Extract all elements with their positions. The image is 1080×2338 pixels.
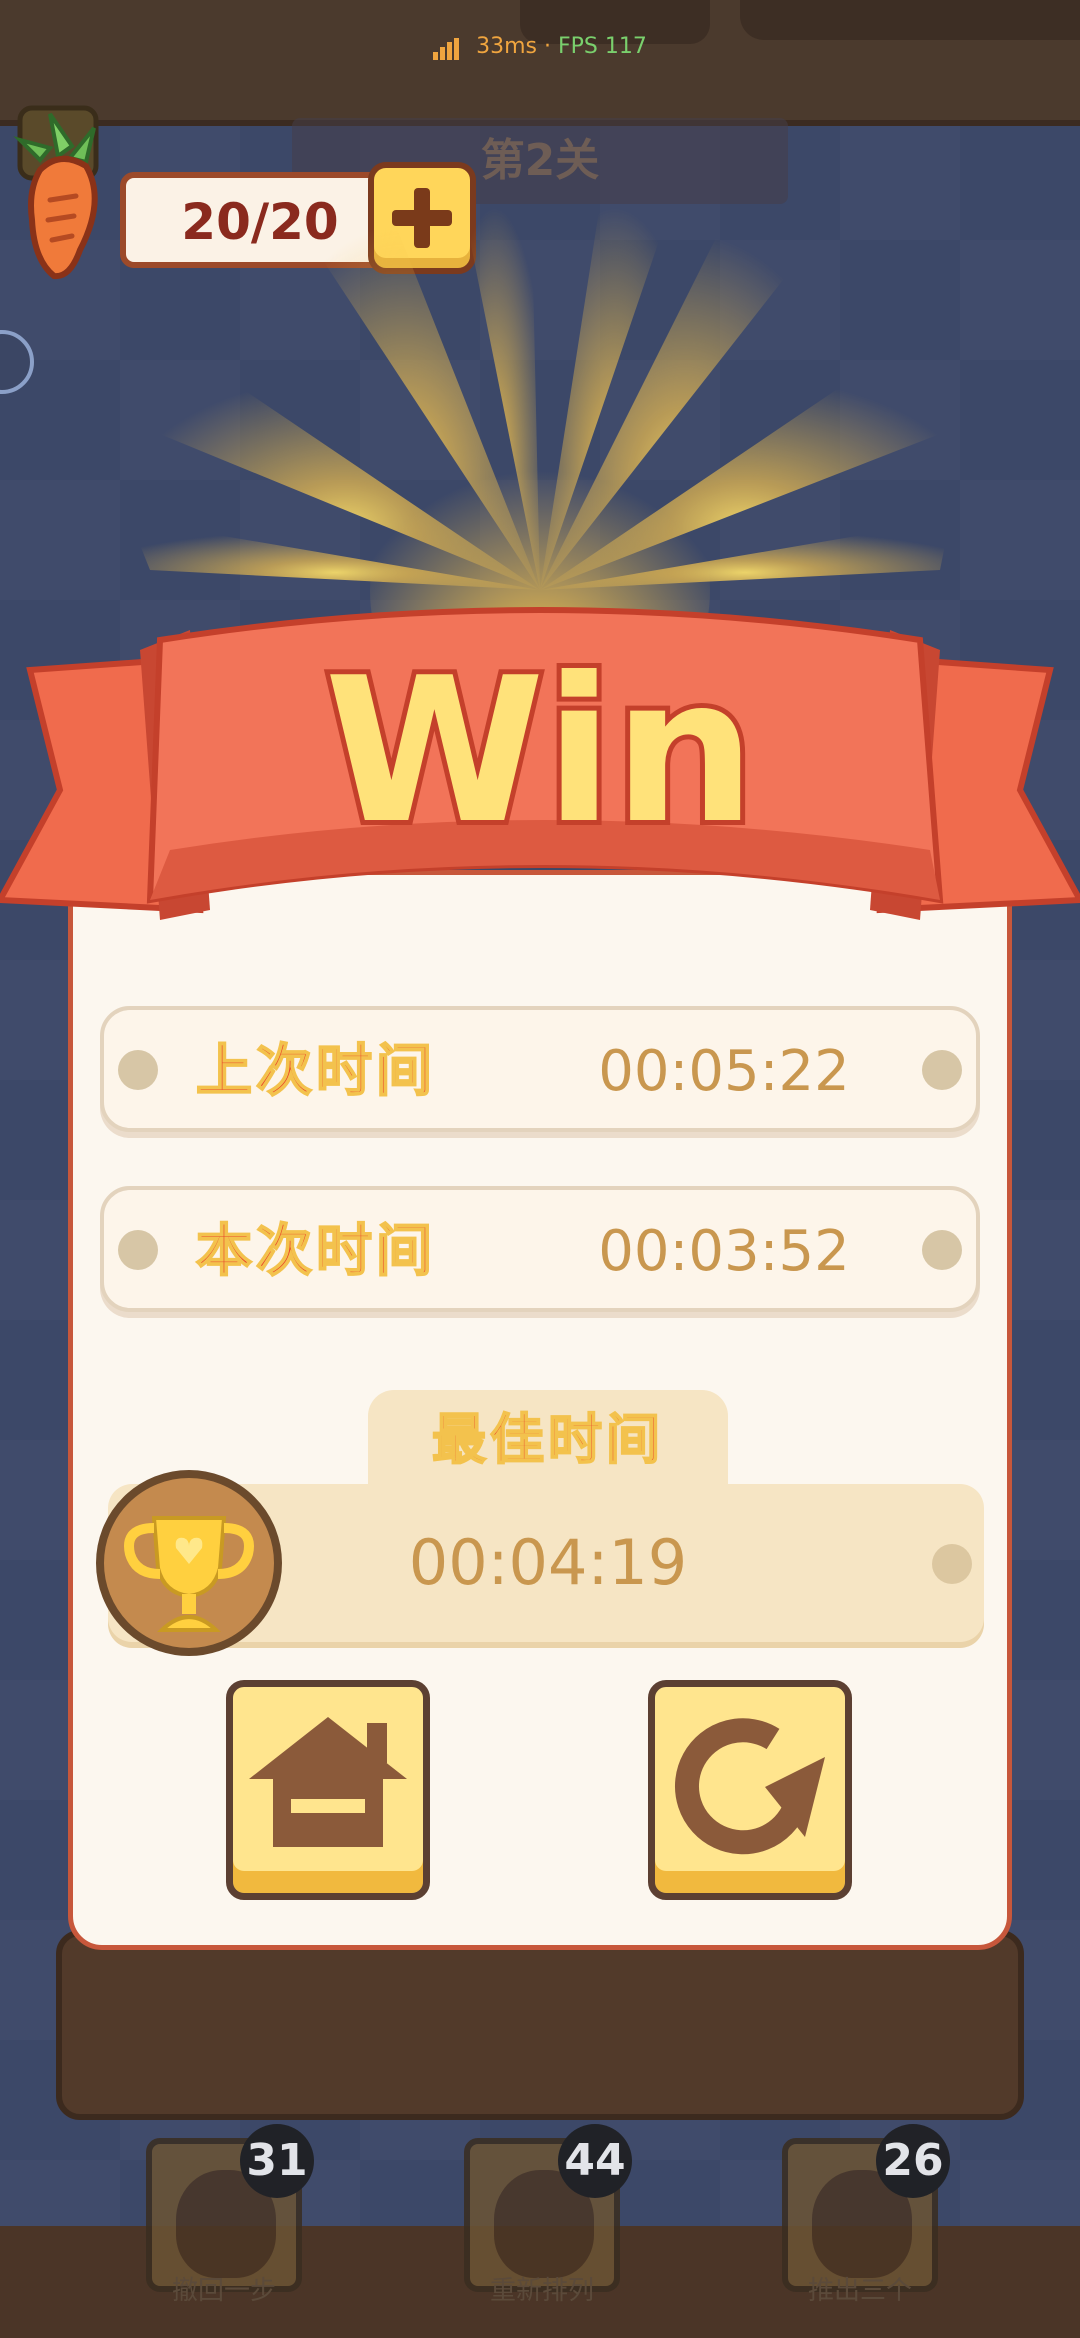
restart-icon [674,1718,825,1855]
last-time-value: 00:05:22 [598,1039,850,1104]
home-button[interactable] [226,1680,430,1900]
trophy-icon [124,1516,254,1632]
ping-text: 33ms [476,34,537,59]
hint-tool-button[interactable]: 26 [782,2124,950,2292]
undo-tool-label: 撤回一步 [171,2276,276,2306]
home-icon [249,1717,407,1847]
current-time-row: 本次时间 00:03:52 [100,1186,980,1312]
best-time-value: 00:04:19 [408,1526,688,1599]
shuffle-count-badge: 44 [558,2124,632,2198]
fps-text: FPS 117 [558,34,647,59]
current-time-value: 00:03:52 [598,1219,850,1284]
shuffle-tool-label: 重新排列 [489,2276,594,2306]
separator: · [544,34,551,59]
hint-tool-label: 推出三个 [807,2276,912,2306]
restart-button[interactable] [648,1680,852,1900]
undo-tool-button[interactable]: 31 [146,2124,314,2292]
win-text: Win [324,635,756,868]
last-time-label: 上次时间 [195,1038,436,1105]
trophy-badge [96,1470,282,1656]
board-shelf [56,1930,1024,2120]
signal-icon [433,35,461,60]
current-time-label: 本次时间 [195,1218,436,1285]
status-overlay: 33ms · FPS 117 [0,34,1080,60]
undo-count-badge: 31 [240,2124,314,2198]
win-banner: Win [0,607,1080,920]
shuffle-tool-button[interactable]: 44 [464,2124,632,2292]
hint-count-badge: 26 [876,2124,950,2198]
last-time-row: 上次时间 00:05:22 [100,1006,980,1132]
